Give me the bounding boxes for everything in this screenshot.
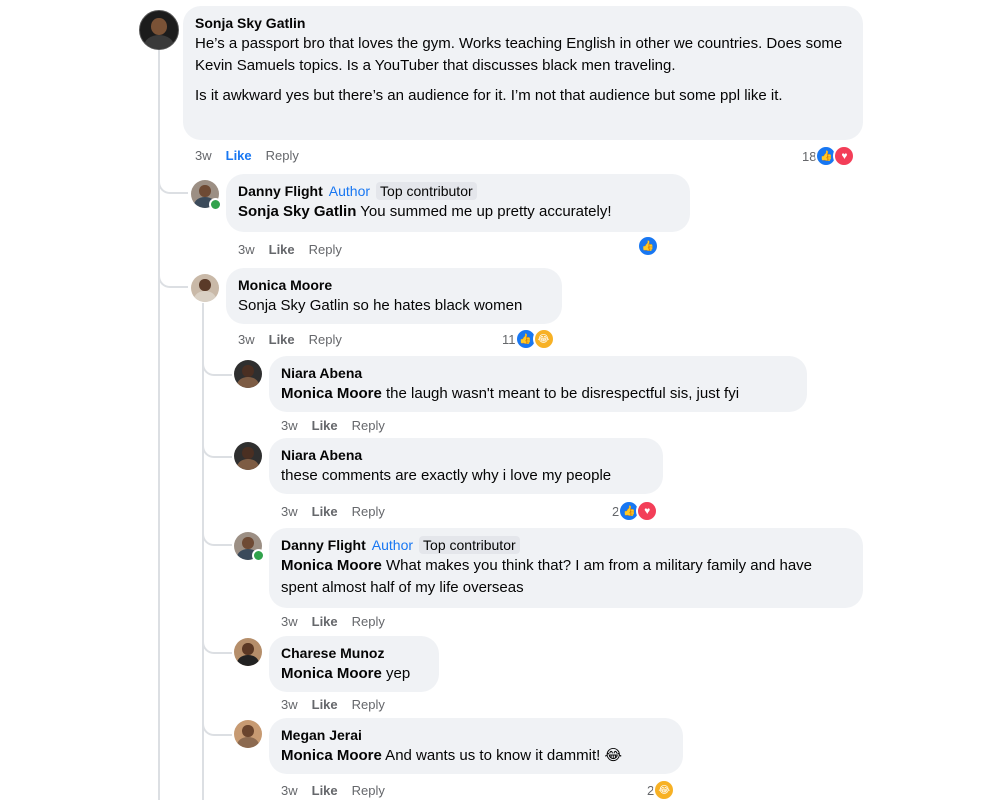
comment-bubble: Sonja Sky Gatlin He’s a passport bro tha… xyxy=(183,6,863,140)
comment-text: Monica Moore What makes you think that? … xyxy=(281,557,813,596)
comment-time[interactable]: 3w xyxy=(195,148,212,164)
thread-branch xyxy=(202,522,232,546)
comment-text: Is it awkward yes but there’s an audienc… xyxy=(195,87,783,104)
like-button[interactable]: Like xyxy=(226,148,252,164)
like-icon: 👍 xyxy=(637,235,659,257)
reply-button[interactable]: Reply xyxy=(309,332,342,348)
comment-author[interactable]: Charese Munoz xyxy=(281,644,384,662)
reaction-summary[interactable]: 👍 xyxy=(637,235,659,257)
online-status-icon xyxy=(209,198,222,211)
comment-time[interactable]: 3w xyxy=(281,697,298,713)
comment-bubble: Monica Moore Sonja Sky Gatlin so he hate… xyxy=(226,268,562,324)
avatar[interactable] xyxy=(191,274,219,302)
reply-button[interactable]: Reply xyxy=(352,783,385,799)
comment-actions: 3w Like Reply xyxy=(238,332,342,348)
top-contributor-badge: Top contributor xyxy=(376,182,477,200)
reply-button[interactable]: Reply xyxy=(352,418,385,434)
author-tag: Author xyxy=(371,537,414,553)
avatar[interactable] xyxy=(234,720,262,748)
online-status-icon xyxy=(252,549,265,562)
comment-actions: 3w Like Reply xyxy=(281,697,385,713)
avatar[interactable] xyxy=(234,360,262,388)
reaction-count: 18 xyxy=(802,148,817,164)
comment-bubble: Danny Flight Author Top contributor Moni… xyxy=(269,528,863,608)
reply-button[interactable]: Reply xyxy=(352,697,385,713)
comment-time[interactable]: 3w xyxy=(281,783,298,799)
thread-branch xyxy=(202,352,232,376)
thread-branch xyxy=(158,262,188,288)
comment-author[interactable]: Danny Flight xyxy=(238,182,323,200)
comment-actions: 3w Like Reply xyxy=(281,783,385,799)
author-tag: Author xyxy=(328,183,371,199)
top-contributor-badge: Top contributor xyxy=(419,536,520,554)
reaction-summary[interactable]: 11 👍 😂 xyxy=(502,328,555,350)
comment-text: Monica Moore yep xyxy=(281,665,411,682)
haha-icon: 😂 xyxy=(653,779,676,801)
mention-link[interactable]: Sonja Sky Gatlin xyxy=(238,203,356,220)
thread-branch xyxy=(202,714,232,736)
comment-text: Sonja Sky Gatlin You summed me up pretty… xyxy=(238,203,612,220)
like-button[interactable]: Like xyxy=(312,614,338,630)
mention-link[interactable]: Monica Moore xyxy=(281,665,382,682)
reaction-summary[interactable]: 2 😂 xyxy=(647,779,676,801)
haha-icon: 😂 xyxy=(532,328,555,350)
reaction-summary[interactable]: 2 👍 ♥ xyxy=(612,500,659,522)
like-button[interactable]: Like xyxy=(269,242,295,258)
thread-line xyxy=(158,46,160,800)
reply-button[interactable]: Reply xyxy=(352,504,385,520)
mention-link[interactable]: Monica Moore xyxy=(281,385,382,402)
comment-text: these comments are exactly why i love my… xyxy=(281,467,612,484)
reply-button[interactable]: Reply xyxy=(266,148,299,164)
comment-text: Monica Moore the laugh wasn't meant to b… xyxy=(281,385,740,402)
comment-time[interactable]: 3w xyxy=(238,332,255,348)
comment-actions: 3w Like Reply xyxy=(281,614,385,630)
heart-icon: ♥ xyxy=(833,145,856,167)
comment-author[interactable]: Danny Flight xyxy=(281,536,366,554)
comment-text: He’s a passport bro that loves the gym. … xyxy=(195,35,843,74)
avatar[interactable] xyxy=(139,10,179,50)
mention-link[interactable]: Monica Moore xyxy=(281,747,382,764)
comment-actions: 3w Like Reply xyxy=(195,148,299,164)
reaction-count: 11 xyxy=(502,331,516,347)
comment-author[interactable]: Niara Abena xyxy=(281,446,362,464)
like-button[interactable]: Like xyxy=(312,418,338,434)
comment-bubble: Danny Flight Author Top contributor Sonj… xyxy=(226,174,690,232)
comment-actions: 3w Like Reply xyxy=(238,242,342,258)
like-button[interactable]: Like xyxy=(312,504,338,520)
comment-thread: Sonja Sky Gatlin He’s a passport bro tha… xyxy=(0,0,1000,801)
thread-branch xyxy=(202,632,232,654)
like-button[interactable]: Like xyxy=(312,783,338,799)
heart-icon: ♥ xyxy=(636,500,659,522)
comment-bubble: Charese Munoz Monica Moore yep xyxy=(269,636,439,692)
comment-author[interactable]: Monica Moore xyxy=(238,276,332,294)
comment-text: Monica Moore And wants us to know it dam… xyxy=(281,747,622,764)
comment-text: Sonja Sky Gatlin so he hates black women xyxy=(238,297,523,314)
comment-time[interactable]: 3w xyxy=(281,614,298,630)
thread-branch xyxy=(202,434,232,458)
reply-button[interactable]: Reply xyxy=(309,242,342,258)
comment-bubble: Niara Abena these comments are exactly w… xyxy=(269,438,663,494)
avatar[interactable] xyxy=(234,442,262,470)
thread-branch xyxy=(158,170,188,194)
comment-author[interactable]: Megan Jerai xyxy=(281,726,362,744)
comment-author[interactable]: Niara Abena xyxy=(281,364,362,382)
comment-actions: 3w Like Reply xyxy=(281,504,385,520)
comment-actions: 3w Like Reply xyxy=(281,418,385,434)
reply-button[interactable]: Reply xyxy=(352,614,385,630)
reaction-summary[interactable]: 18 👍 ♥ xyxy=(802,145,856,167)
comment-author[interactable]: Sonja Sky Gatlin xyxy=(195,14,305,32)
comment-bubble: Megan Jerai Monica Moore And wants us to… xyxy=(269,718,683,774)
avatar[interactable] xyxy=(234,638,262,666)
like-button[interactable]: Like xyxy=(312,697,338,713)
mention-link[interactable]: Monica Moore xyxy=(281,557,382,574)
comment-bubble: Niara Abena Monica Moore the laugh wasn'… xyxy=(269,356,807,412)
comment-time[interactable]: 3w xyxy=(281,418,298,434)
comment-time[interactable]: 3w xyxy=(238,242,255,258)
comment-time[interactable]: 3w xyxy=(281,504,298,520)
like-button[interactable]: Like xyxy=(269,332,295,348)
